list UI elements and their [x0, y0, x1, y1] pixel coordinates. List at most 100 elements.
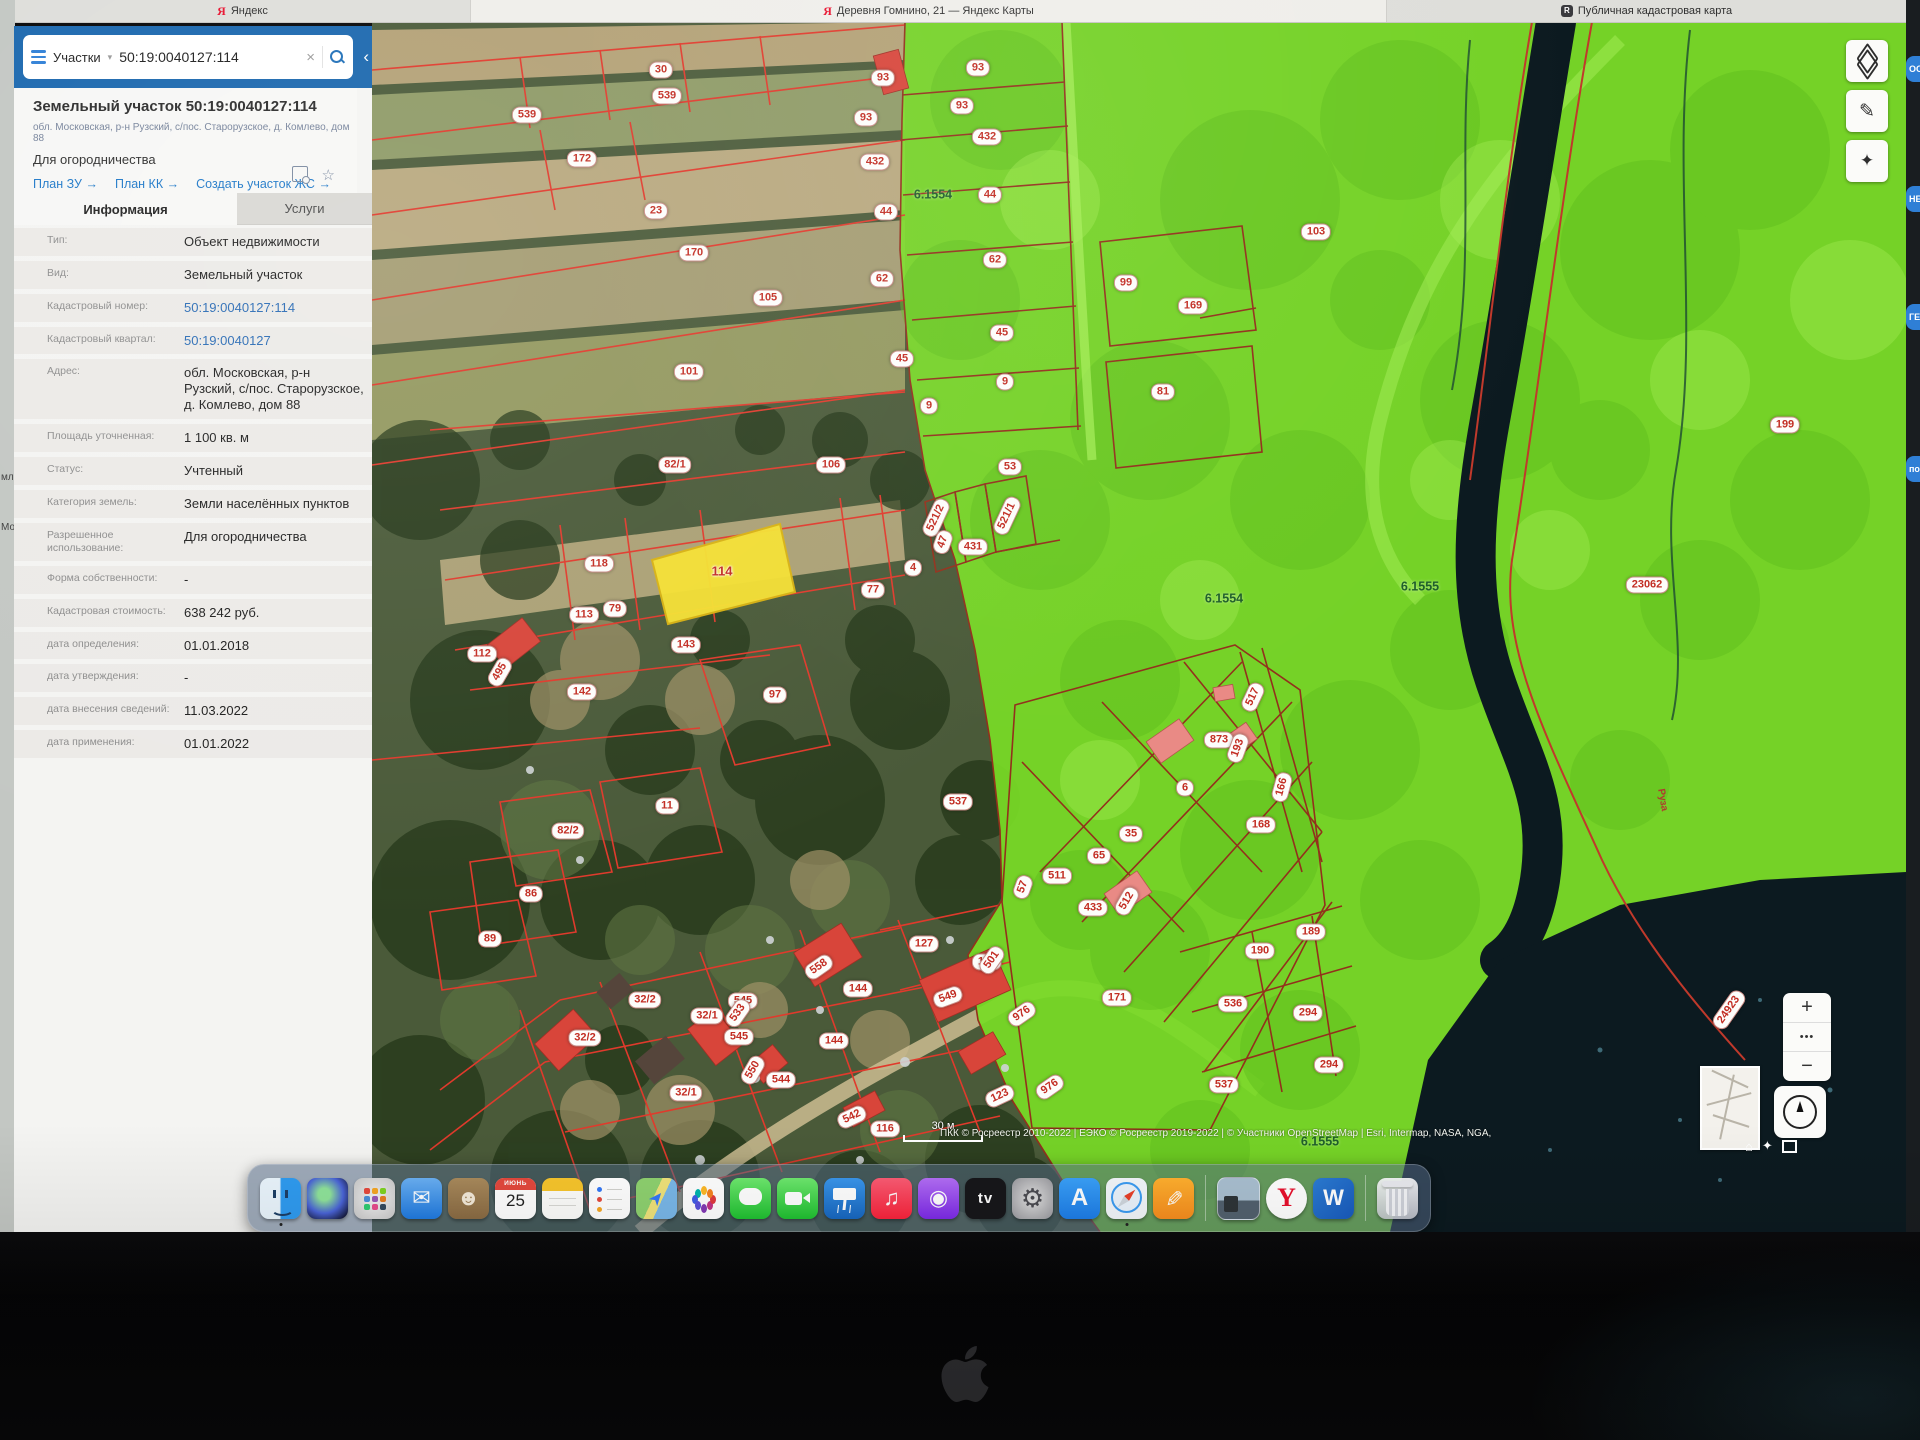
zoom-level-button[interactable]: •••	[1783, 1022, 1831, 1053]
parcel-label[interactable]: 539	[512, 106, 542, 123]
parcel-label[interactable]: 32/1	[669, 1084, 702, 1101]
parcel-label[interactable]: 190	[1245, 942, 1275, 959]
parcel-label[interactable]: 172	[567, 150, 597, 167]
parcel-label[interactable]: 545	[724, 1028, 754, 1045]
dock-photos-icon[interactable]	[683, 1178, 724, 1219]
locate-button[interactable]: ✦	[1846, 140, 1888, 182]
parcel-label[interactable]: 511	[1042, 867, 1072, 884]
parcel-label[interactable]: 170	[679, 244, 709, 261]
tab-yandex-maps[interactable]: Я Деревня Гомнино, 21 — Яндекс Карты	[471, 0, 1387, 22]
parcel-label[interactable]: 89	[478, 930, 502, 947]
parcel-label[interactable]: 105	[753, 289, 783, 306]
tab-yandex[interactable]: Я Яндекс	[15, 0, 471, 22]
search-query-value[interactable]: 50:19:0040127:114	[119, 49, 299, 65]
info-row-value[interactable]: 50:19:0040127:114	[175, 300, 364, 316]
dock-window-icon[interactable]	[1217, 1177, 1260, 1220]
measure-button[interactable]: ✎	[1846, 90, 1888, 132]
dock-finder-icon[interactable]	[260, 1178, 301, 1219]
dock-notes-icon[interactable]	[542, 1178, 583, 1219]
parcel-label[interactable]: 142	[567, 683, 597, 700]
parcel-label[interactable]: 81	[1151, 383, 1175, 400]
zoom-to-parcel-icon[interactable]	[292, 166, 308, 182]
parcel-label[interactable]: 127	[909, 935, 939, 952]
parcel-label[interactable]: 168	[1246, 816, 1276, 833]
dock-music-icon[interactable]	[871, 1178, 912, 1219]
parcel-label[interactable]: 23	[644, 202, 668, 219]
zoom-in-button[interactable]: +	[1783, 993, 1831, 1022]
card-link[interactable]: План КК	[115, 177, 179, 191]
parcel-label[interactable]: 93	[966, 59, 990, 76]
parcel-label[interactable]: 11	[655, 797, 679, 814]
collapse-panel-icon[interactable]: ‹	[363, 47, 369, 67]
dock-mail-icon[interactable]	[401, 1178, 442, 1219]
dock-maps-icon[interactable]	[636, 1178, 677, 1219]
parcel-label[interactable]: 86	[519, 885, 543, 902]
parcel-label[interactable]: 30	[649, 61, 673, 78]
layers-button[interactable]	[1846, 40, 1888, 82]
search-input[interactable]: Участки ▾ 50:19:0040127:114 ×	[23, 35, 353, 79]
parcel-label[interactable]: 431	[958, 538, 988, 555]
parcel-label[interactable]: 32/1	[690, 1007, 723, 1024]
parcel-label[interactable]: 93	[871, 69, 895, 86]
parcel-label[interactable]: 189	[1296, 923, 1326, 940]
dock-word-icon[interactable]	[1313, 1178, 1354, 1219]
info-row-value[interactable]: 50:19:0040127	[175, 333, 364, 349]
parcel-label[interactable]: 45	[890, 350, 914, 367]
parcel-label[interactable]: 44	[978, 186, 1002, 203]
dock-keynote-icon[interactable]	[824, 1178, 865, 1219]
parcel-label[interactable]: 169	[1178, 297, 1208, 314]
dock-trash-icon[interactable]	[1377, 1178, 1418, 1219]
card-link[interactable]: План ЗУ	[33, 177, 98, 191]
home-icon[interactable]: ⌂	[1745, 1139, 1753, 1154]
parcel-label[interactable]: 97	[763, 686, 787, 703]
map-canvas[interactable]	[372, 22, 1906, 1232]
parcel-label[interactable]: 32/2	[568, 1029, 601, 1046]
parcel-label[interactable]: 294	[1293, 1004, 1323, 1021]
dock-messages-icon[interactable]	[730, 1178, 771, 1219]
dock-launchpad-icon[interactable]	[354, 1178, 395, 1219]
parcel-label[interactable]: 101	[674, 363, 704, 380]
dock-reminders-icon[interactable]	[589, 1178, 630, 1219]
parcel-label[interactable]: 99	[1114, 274, 1138, 291]
parcel-label[interactable]: 4	[904, 559, 922, 576]
parcel-label[interactable]: 116	[870, 1120, 900, 1137]
parcel-label[interactable]: 537	[1209, 1076, 1239, 1093]
parcel-label[interactable]: 62	[983, 251, 1007, 268]
parcel-label[interactable]: 544	[766, 1071, 796, 1088]
fullscreen-icon[interactable]	[1782, 1140, 1797, 1153]
parcel-label[interactable]: 65	[1087, 847, 1111, 864]
tab-information[interactable]: Информация	[14, 193, 237, 225]
parcel-label[interactable]: 23062	[1626, 576, 1669, 593]
parcel-label[interactable]: 93	[854, 109, 878, 126]
parcel-label[interactable]: 45	[990, 324, 1014, 341]
parcel-label[interactable]: 9	[920, 397, 938, 414]
dock-safari-icon[interactable]	[1106, 1178, 1147, 1219]
parcel-label[interactable]: 113	[569, 606, 599, 623]
parcel-label[interactable]: 112	[467, 645, 497, 662]
parcel-label[interactable]: 539	[652, 87, 682, 104]
parcel-label[interactable]: 79	[603, 600, 627, 617]
dock-yandex-icon[interactable]	[1266, 1178, 1307, 1219]
parcel-label[interactable]: 32/2	[628, 991, 661, 1008]
dock-settings-icon[interactable]	[1012, 1178, 1053, 1219]
parcel-label[interactable]: 294	[1314, 1056, 1344, 1073]
parcel-label[interactable]: 199	[1770, 416, 1800, 433]
crosshair-icon[interactable]: ✦	[1762, 1138, 1773, 1154]
parcel-label[interactable]: 77	[861, 581, 885, 598]
compass-button[interactable]	[1774, 1086, 1826, 1138]
parcel-label[interactable]: 118	[584, 555, 614, 572]
menu-icon[interactable]	[31, 50, 46, 63]
parcel-label[interactable]: 144	[819, 1032, 849, 1049]
dock-podcasts-icon[interactable]	[918, 1178, 959, 1219]
parcel-label[interactable]: 144	[843, 980, 873, 997]
parcel-label[interactable]: 536	[1218, 995, 1248, 1012]
parcel-label[interactable]: 106	[816, 456, 846, 473]
parcel-label[interactable]: 62	[870, 270, 894, 287]
dock-facetime-icon[interactable]	[777, 1178, 818, 1219]
parcel-label[interactable]: 9	[996, 373, 1014, 390]
dock-contacts-icon[interactable]	[448, 1178, 489, 1219]
dock-calendar-icon[interactable]: ИЮНЬ25	[495, 1178, 536, 1219]
parcel-label[interactable]: 44	[874, 203, 898, 220]
tab-services[interactable]: Услуги	[237, 193, 372, 225]
parcel-label[interactable]: 537	[943, 793, 973, 810]
